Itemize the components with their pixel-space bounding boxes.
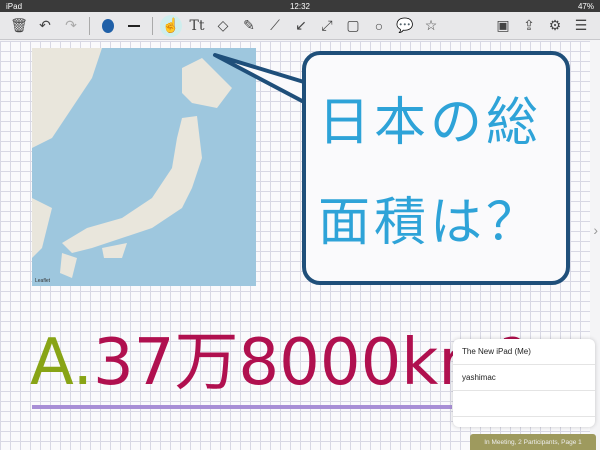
chevron-right-icon[interactable]: › <box>593 222 598 238</box>
pen-icon[interactable]: ✎ <box>238 15 260 37</box>
question-line-1: 日本の総 <box>318 93 543 153</box>
speech-bubble-icon[interactable]: 💬 <box>394 15 416 37</box>
underline-stroke <box>32 405 452 409</box>
stamp-icon[interactable]: ☆ <box>420 15 442 37</box>
handwritten-answer: A.37万8000km² <box>30 328 526 398</box>
eraser-icon[interactable]: ◇ <box>212 15 234 37</box>
status-bar: iPad 12:32 47% <box>0 0 600 12</box>
rectangle-icon[interactable]: ▢ <box>342 15 364 37</box>
double-arrow-icon[interactable]: ⤢ <box>316 15 338 37</box>
trash-icon[interactable]: 🗑 <box>8 15 30 37</box>
participant-empty <box>453 391 595 417</box>
participant-item[interactable]: The New iPad (Me) <box>453 339 595 365</box>
color-icon[interactable] <box>97 15 119 37</box>
redo-icon[interactable]: ↷ <box>60 15 82 37</box>
divider <box>152 16 153 35</box>
gear-icon[interactable]: ⚙ <box>544 15 566 37</box>
hand-icon[interactable]: ☝ <box>160 14 182 37</box>
circle-icon[interactable]: ○ <box>368 15 390 37</box>
participants-popover: The New iPad (Me) yashimac <box>453 339 595 427</box>
line-icon[interactable]: ⟋ <box>264 15 286 37</box>
meeting-status[interactable]: In Meeting, 2 Participants, Page 1 <box>470 434 596 450</box>
clock: 12:32 <box>289 1 311 11</box>
share-icon[interactable]: ⇪ <box>518 15 540 37</box>
answer-prefix: A. <box>30 326 93 400</box>
device-name: iPad <box>6 1 23 11</box>
image-icon[interactable]: ▣ <box>492 15 514 37</box>
divider <box>89 16 90 35</box>
undo-icon[interactable]: ↶ <box>34 15 56 37</box>
toolbar: 🗑 ↶ ↷ ☝ Tt ◇ ✎ ⟋ ↙ ⤢ ▢ ○ 💬 ☆ ▣ ⇪ ⚙ ☰ <box>0 12 600 40</box>
text-icon[interactable]: Tt <box>186 15 208 37</box>
bubble-tail <box>213 53 306 104</box>
arrow-icon[interactable]: ↙ <box>290 15 312 37</box>
map-credit: Leaflet <box>35 278 51 284</box>
question-line-2: 面積は？ <box>318 193 543 253</box>
participant-item[interactable]: yashimac <box>453 365 595 391</box>
battery: 47% <box>577 1 594 11</box>
line-width-icon[interactable] <box>123 15 145 37</box>
menu-icon[interactable]: ☰ <box>570 15 592 37</box>
